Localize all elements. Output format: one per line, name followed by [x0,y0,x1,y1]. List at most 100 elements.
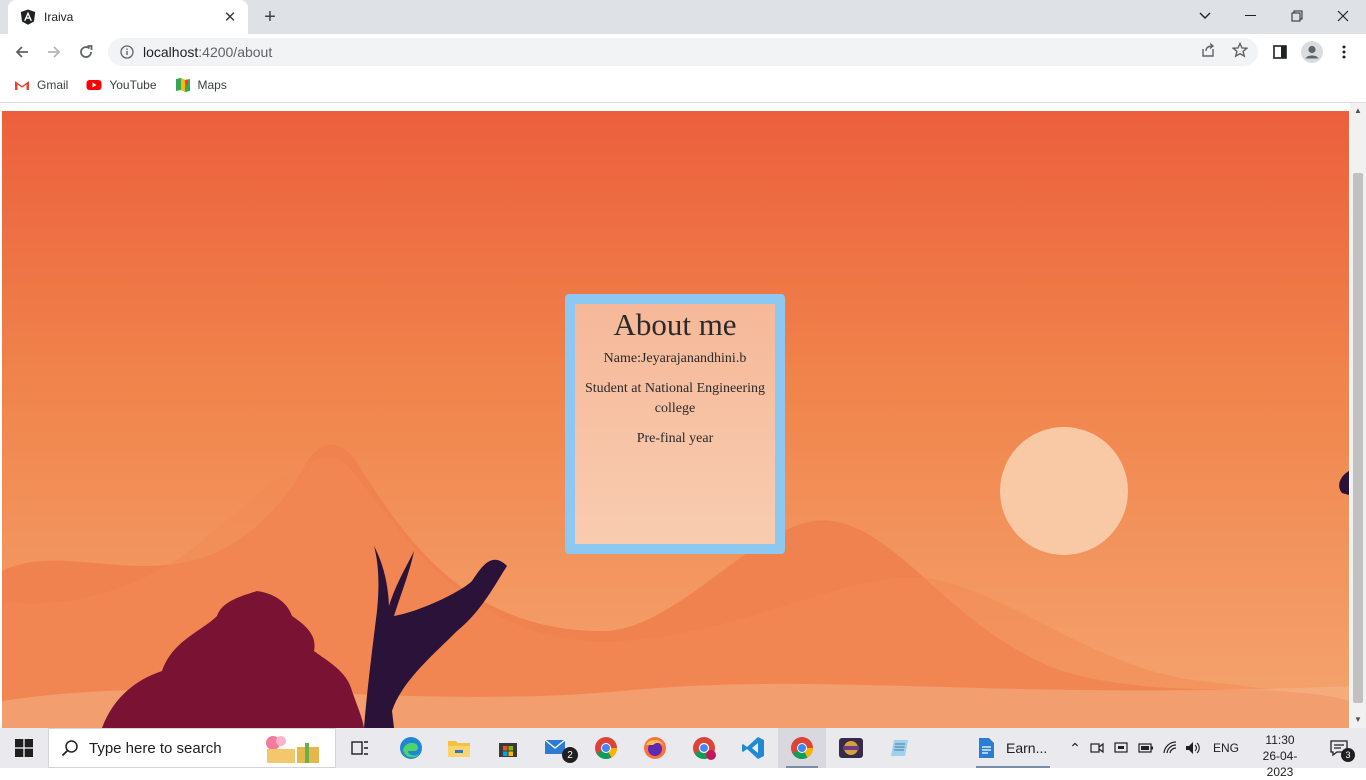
side-panel-icon [1273,45,1287,59]
info-icon[interactable] [120,45,134,59]
about-title: About me [613,307,737,342]
firefox-icon [644,737,666,759]
profile-button[interactable] [1298,38,1326,66]
maps-icon [175,78,190,92]
battery-icon[interactable] [1138,743,1154,753]
menu-button[interactable] [1330,38,1358,66]
chrome-profile-icon [693,737,716,760]
new-tab-button[interactable]: + [258,5,282,29]
minimize-button[interactable] [1228,0,1274,32]
system-tray: ⌃ ENG [1066,728,1239,768]
chrome-app[interactable] [582,728,630,768]
gmail-icon [15,80,29,90]
sun [1000,427,1128,555]
forward-button[interactable] [40,38,68,66]
tab-title: Iraiva [44,10,74,24]
chrome-icon [595,737,617,759]
chrome-icon [791,737,813,759]
taskbar-clock[interactable]: 11:30 26-04-2023 [1252,732,1308,780]
word-doc-label: Earn... [1006,740,1048,756]
mail-app[interactable]: 2 [533,728,581,768]
volume-icon[interactable] [1185,741,1201,755]
restore-button[interactable] [1274,0,1320,32]
url-host: localhost [143,44,199,60]
back-button[interactable] [8,38,36,66]
tab-search-button[interactable] [1182,0,1228,32]
edge-icon [400,737,422,759]
avatar-icon [1301,41,1323,63]
notification-center-button[interactable]: 3 [1316,728,1362,768]
chrome-active-app[interactable] [778,728,826,768]
notification-badge: 3 [1341,748,1355,762]
page-scrollbar[interactable]: ▲ ▼ [1350,103,1366,728]
bookmark-maps[interactable]: Maps [175,77,227,93]
share-button[interactable] [1199,41,1217,59]
chevron-down-icon [1199,12,1211,19]
youtube-icon [86,80,102,90]
address-bar[interactable]: localhost:4200/about [108,38,1258,66]
clock-time: 11:30 [1265,733,1295,747]
year-text: Pre-final year [636,431,714,446]
search-highlight-icon [266,736,319,763]
task-view-icon [351,741,368,755]
mail-badge: 2 [562,747,578,763]
scroll-thumb[interactable] [1353,173,1363,703]
bookmark-gmail[interactable]: Gmail [14,77,68,93]
minimize-icon [1245,15,1256,16]
search-placeholder: Type here to search [89,739,222,757]
scroll-up-icon[interactable]: ▲ [1354,107,1362,115]
wifi-icon[interactable] [1163,741,1177,755]
start-button[interactable] [0,728,48,768]
meet-icon[interactable] [1090,741,1104,755]
name-text: Name:Jeyarajanandhini.b [603,351,747,366]
bookmark-youtube[interactable]: YouTube [86,77,157,93]
restore-icon [1291,10,1303,22]
chrome-profile-app[interactable] [680,728,728,768]
reload-icon [80,45,93,58]
vscode-icon [742,737,764,759]
scroll-down-icon[interactable]: ▼ [1354,716,1362,724]
language-indicator[interactable]: ENG [1213,741,1239,755]
store-icon [499,743,517,757]
search-icon [61,740,78,757]
display-icon[interactable] [1114,741,1128,755]
taskbar-search[interactable]: Type here to search [48,728,336,768]
bookmark-youtube-label: YouTube [109,78,157,92]
url-path: :4200/about [198,44,273,60]
chevron-up-icon[interactable]: ⌃ [1066,740,1084,757]
angular-icon [20,9,36,25]
word-doc-app[interactable]: Earn... [970,728,1058,768]
edge-app[interactable] [387,728,435,768]
close-window-button[interactable] [1320,0,1366,32]
bookmarks-bar: Gmail YouTube Maps [0,70,1366,100]
bookmark-gmail-label: Gmail [37,78,69,92]
arrow-right-icon [48,46,61,58]
game-app[interactable] [827,728,875,768]
close-icon [1337,10,1349,22]
browser-tab[interactable]: Iraiva ✕ [8,0,248,34]
firefox-app[interactable] [631,728,679,768]
game-icon [839,738,863,758]
page-viewport: About me Name:Jeyarajanandhini.b Student… [0,103,1366,728]
clock-date: 26-04-2023 [1262,749,1298,779]
tab-strip: Iraiva ✕ + [0,0,1366,34]
vscode-app[interactable] [729,728,777,768]
document-icon [979,738,994,758]
store-app[interactable] [484,728,532,768]
kebab-menu-icon [1342,45,1346,59]
windows-icon [15,739,33,757]
reload-button[interactable] [72,38,100,66]
share-icon [1202,42,1215,57]
file-explorer-app[interactable] [435,728,483,768]
about-card-body: About me Name:Jeyarajanandhini.b Student… [575,304,775,544]
notepad-app[interactable] [876,728,924,768]
about-card: About me Name:Jeyarajanandhini.b Student… [565,294,785,554]
close-tab-icon[interactable]: ✕ [222,9,238,26]
student-text: Student at National Engineering college [584,381,765,416]
side-panel-button[interactable] [1266,38,1294,66]
windows-taskbar: Type here to search 2 Earn... ⌃ ENG 11:3… [0,728,1366,779]
notepad-icon [891,740,908,756]
task-view-button[interactable] [336,728,384,768]
bookmark-star-button[interactable] [1231,41,1249,59]
star-icon [1232,42,1248,58]
